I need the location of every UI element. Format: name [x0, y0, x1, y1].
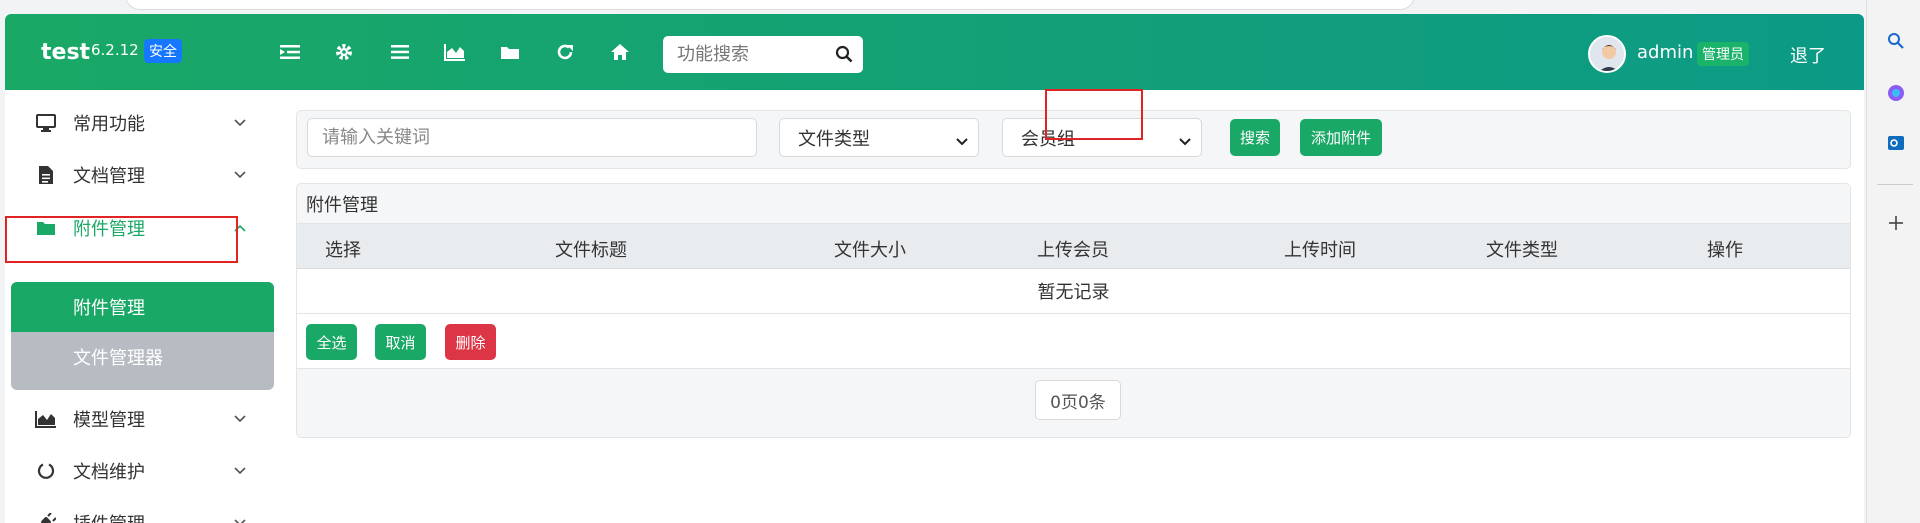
column-header: 文件类型 — [1486, 240, 1558, 261]
chevron-down-icon — [233, 516, 247, 523]
plug-icon — [35, 512, 57, 523]
chevron-down-icon — [233, 464, 247, 478]
outlook-icon[interactable] — [1885, 132, 1907, 154]
app-window: test 6.2.12 安全 功能搜索 admin 管理员 退了 常用功能 文档… — [5, 14, 1864, 523]
column-header: 上传会员 — [1037, 240, 1109, 261]
monitor-icon — [35, 112, 57, 134]
panel-title: 附件管理 — [297, 184, 1850, 224]
top-header: test 6.2.12 安全 功能搜索 admin 管理员 退了 — [5, 14, 1864, 90]
collapse-sidebar-icon[interactable] — [277, 39, 303, 65]
column-header: 上传时间 — [1284, 240, 1356, 261]
sidebar-item-plugins[interactable]: 插件管理 — [5, 500, 275, 523]
add-icon[interactable] — [1885, 212, 1907, 234]
column-header: 选择 — [325, 240, 361, 261]
pagination-info: 0页0条 — [1035, 380, 1121, 420]
empty-message: 暂无记录 — [297, 269, 1850, 314]
home-icon[interactable] — [607, 39, 633, 65]
search-icon[interactable] — [835, 45, 853, 68]
copilot-icon[interactable] — [1885, 82, 1907, 104]
area-chart-icon — [35, 408, 57, 430]
column-header: 操作 — [1707, 240, 1743, 261]
sidebar-item-label: 模型管理 — [73, 410, 145, 431]
app-name: test — [41, 40, 91, 65]
address-bar[interactable] — [125, 0, 1415, 10]
column-header: 文件标题 — [555, 240, 627, 261]
sidebar-item-models[interactable]: 模型管理 — [5, 396, 275, 442]
function-search-input[interactable] — [663, 36, 828, 73]
username[interactable]: admin — [1637, 42, 1693, 63]
role-badge: 管理员 — [1697, 42, 1749, 66]
browser-side-panel — [1866, 0, 1920, 523]
file-type-select[interactable]: 文件类型 — [779, 118, 979, 157]
chevron-down-icon — [233, 412, 247, 426]
file-type-select-value: 文件类型 — [798, 128, 870, 150]
delete-button[interactable]: 删除 — [445, 324, 496, 360]
list-icon[interactable] — [387, 39, 413, 65]
add-attachment-button[interactable]: 添加附件 — [1300, 119, 1382, 156]
attachments-panel: 附件管理 选择 文件标题 文件大小 上传会员 上传时间 文件类型 操作 暂无记录… — [296, 183, 1851, 438]
select-all-button[interactable]: 全选 — [306, 324, 357, 360]
app-version: 6.2.12 — [91, 41, 139, 59]
pagination: 0页0条 — [297, 369, 1850, 437]
search-icon[interactable] — [1885, 30, 1907, 52]
table-header: 选择 文件标题 文件大小 上传会员 上传时间 文件类型 操作 — [297, 224, 1850, 269]
sidebar: 常用功能 文档管理 附件管理 附件管理 文件管理器 模型管理 文档维护 — [5, 90, 275, 523]
chevron-down-icon — [233, 116, 247, 130]
submenu-item-label: 附件管理 — [73, 298, 145, 319]
sidebar-item-doc-maintenance[interactable]: 文档维护 — [5, 448, 275, 494]
search-button[interactable]: 搜索 — [1230, 119, 1280, 156]
submenu-item-attachment-manager[interactable]: 附件管理 — [11, 282, 274, 332]
function-search — [663, 36, 863, 73]
area-chart-icon[interactable] — [442, 39, 468, 65]
attachments-submenu: 附件管理 文件管理器 — [11, 282, 274, 390]
safe-badge: 安全 — [144, 39, 182, 63]
folder-icon[interactable] — [497, 39, 523, 65]
refresh-icon[interactable] — [552, 39, 578, 65]
gear-icon[interactable] — [331, 39, 357, 65]
chevron-down-icon — [956, 131, 968, 152]
folder-icon — [35, 217, 57, 239]
submenu-item-label: 文件管理器 — [73, 348, 163, 369]
member-group-select[interactable]: 会员组 — [1002, 118, 1202, 157]
sidebar-item-label: 插件管理 — [73, 510, 145, 523]
submenu-item-file-manager[interactable]: 文件管理器 — [11, 332, 274, 382]
chevron-down-icon — [233, 168, 247, 182]
column-header: 文件大小 — [834, 240, 906, 261]
sidebar-item-label: 常用功能 — [73, 114, 145, 135]
circle-notch-icon — [35, 460, 57, 482]
chevron-up-icon — [233, 221, 247, 235]
sidebar-item-common[interactable]: 常用功能 — [5, 100, 275, 146]
document-icon — [35, 164, 57, 186]
avatar[interactable] — [1588, 35, 1626, 73]
sidebar-item-label: 附件管理 — [73, 219, 145, 240]
member-group-select-value: 会员组 — [1021, 128, 1075, 150]
sidebar-item-label: 文档维护 — [73, 462, 145, 483]
browser-toolbar — [0, 0, 1920, 14]
filter-bar: 文件类型 会员组 搜索 添加附件 — [296, 110, 1851, 169]
keyword-input[interactable] — [307, 118, 757, 157]
logout-button[interactable]: 退了 — [1790, 42, 1826, 68]
chevron-down-icon — [1179, 131, 1191, 152]
divider — [1877, 184, 1913, 185]
sidebar-item-label: 文档管理 — [73, 166, 145, 187]
sidebar-item-attachments[interactable]: 附件管理 — [5, 205, 275, 251]
cancel-button[interactable]: 取消 — [375, 324, 426, 360]
sidebar-item-documents[interactable]: 文档管理 — [5, 152, 275, 198]
bulk-actions: 全选 取消 删除 — [297, 314, 1850, 369]
